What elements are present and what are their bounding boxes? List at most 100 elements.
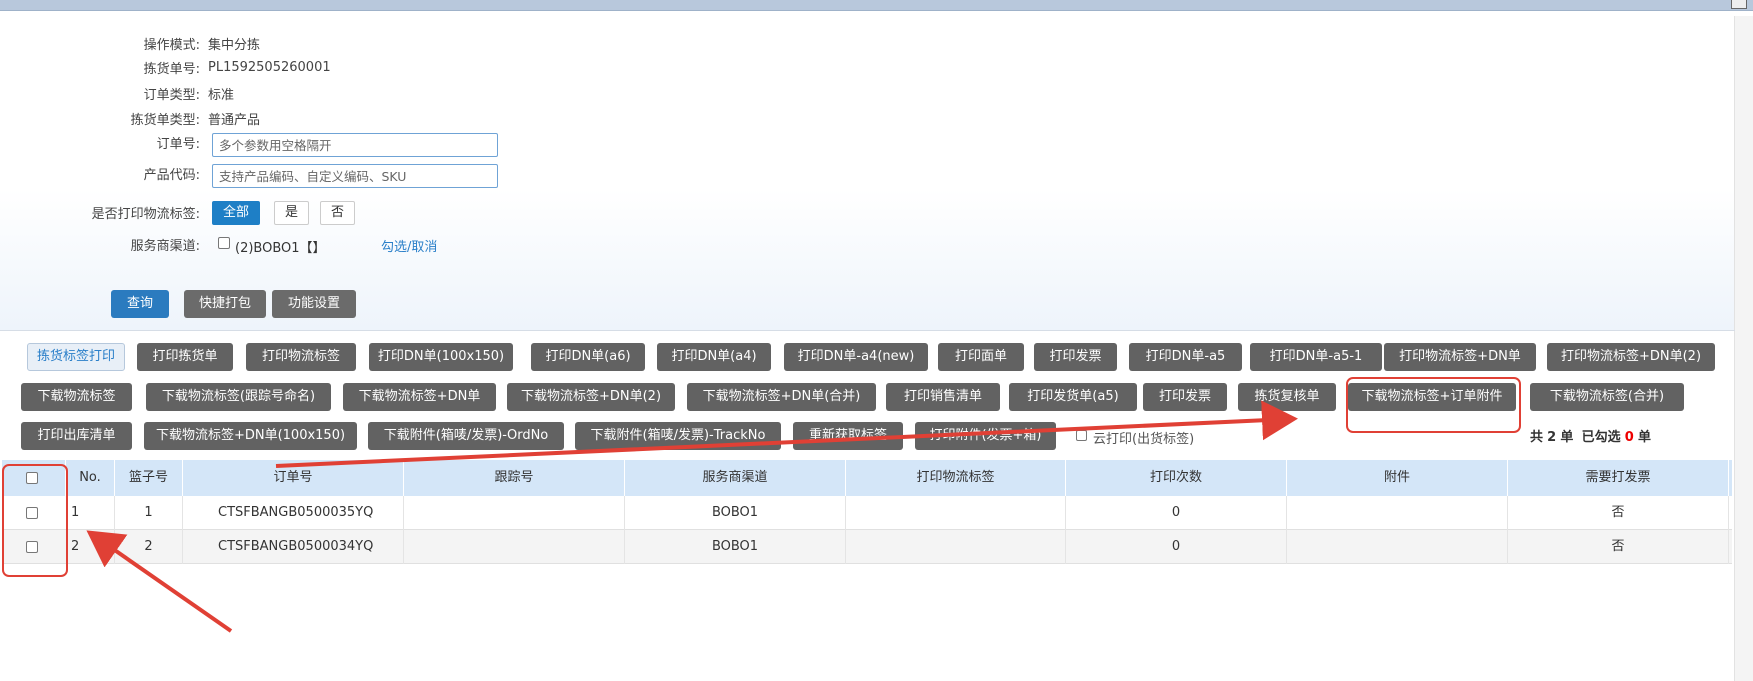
- pick-type-label: 拣货单类型:: [130, 113, 200, 128]
- print-pick-list-button[interactable]: 打印拣货单: [137, 343, 233, 371]
- operation-mode-value: 集中分拣: [208, 38, 261, 53]
- pick-type-value: 普通产品: [208, 113, 261, 128]
- pick-review-button[interactable]: 拣货复核单: [1238, 383, 1336, 411]
- cell-order-no: CTSFBANGB0500034YQ: [183, 530, 404, 564]
- cell-no: 1: [66, 496, 115, 530]
- summary-unit: 单: [1560, 430, 1574, 445]
- download-attachment-ordno-button[interactable]: 下载附件(箱唛/发票)-OrdNo: [368, 422, 564, 450]
- cloud-print-label: 云打印(出货标签): [1093, 432, 1195, 447]
- operation-mode-row: 操作模式: 集中分拣: [0, 34, 260, 53]
- download-label-merge-button[interactable]: 下载物流标签(合并): [1530, 383, 1684, 411]
- cell-channel: BOBO1: [625, 496, 846, 530]
- cell-need-invoice: 否: [1508, 530, 1729, 564]
- vertical-scrollbar[interactable]: [1734, 16, 1753, 681]
- product-code-input[interactable]: [212, 164, 498, 188]
- print-label-dn-button[interactable]: 打印物流标签+DN单: [1384, 343, 1536, 371]
- table-header: No. 篮子号 订单号 跟踪号 服务商渠道 打印物流标签 打印次数 附件 需要打…: [2, 460, 1732, 496]
- print-dn-100x150-button[interactable]: 打印DN单(100x150): [369, 343, 513, 371]
- refetch-label-button[interactable]: 重新获取标签: [793, 422, 903, 450]
- pick-type-row: 拣货单类型: 普通产品: [0, 109, 260, 128]
- col-need-invoice: 需要打发票: [1508, 460, 1729, 496]
- cell-basket: 2: [115, 530, 183, 564]
- cell-tracking-no: [404, 496, 625, 530]
- filter-yes-button[interactable]: 是: [274, 201, 310, 225]
- cell-print-label: [846, 496, 1066, 530]
- print-dn-a6-button[interactable]: 打印DN单(a6): [531, 343, 645, 371]
- cell-attachment: [1287, 530, 1508, 564]
- order-no-row: 订单号:: [0, 133, 200, 152]
- download-label-dn-merge-button[interactable]: 下载物流标签+DN单(合并): [687, 383, 876, 411]
- print-outbound-list-button[interactable]: 打印出库清单: [21, 422, 132, 450]
- filter-no-button[interactable]: 否: [320, 201, 356, 225]
- print-invoice-button[interactable]: 打印发票: [1034, 343, 1117, 371]
- col-no: No.: [66, 460, 115, 496]
- operation-mode-label: 操作模式:: [143, 38, 200, 53]
- col-basket: 篮子号: [115, 460, 183, 496]
- cloud-print-checkbox[interactable]: [1076, 430, 1087, 441]
- quick-pack-button[interactable]: 快捷打包: [184, 290, 266, 318]
- print-label-label: 是否打印物流标签:: [91, 207, 200, 222]
- table-row[interactable]: 1 1 CTSFBANGB0500035YQ BOBO1 0 否: [2, 496, 1732, 530]
- summary-total: 2: [1547, 430, 1557, 445]
- divider: [0, 330, 1735, 331]
- download-label-button[interactable]: 下载物流标签: [21, 383, 132, 411]
- download-label-dn-2-button[interactable]: 下载物流标签+DN单(2): [507, 383, 675, 411]
- order-no-input[interactable]: [212, 133, 498, 157]
- summary-selected-prefix: 已勾选: [1581, 430, 1621, 445]
- print-invoice-2-button[interactable]: 打印发票: [1143, 383, 1227, 411]
- print-label-row: 是否打印物流标签:: [0, 203, 200, 222]
- pick-no-row: 拣货单号: PL1592505260001: [0, 58, 331, 77]
- print-dn-a5-1-button[interactable]: 打印DN单-a5-1: [1250, 343, 1382, 371]
- cell-print-label: [846, 530, 1066, 564]
- print-waybill-button[interactable]: 打印面单: [938, 343, 1024, 371]
- print-logistics-label-button[interactable]: 打印物流标签: [246, 343, 356, 371]
- col-order-no: 订单号: [183, 460, 404, 496]
- col-attachment: 附件: [1287, 460, 1508, 496]
- channel-label: 服务商渠道:: [130, 239, 200, 254]
- print-label-dn-2-button[interactable]: 打印物流标签+DN单(2): [1547, 343, 1715, 371]
- cell-order-no: CTSFBANGB0500035YQ: [183, 496, 404, 530]
- pick-no-value: PL1592505260001: [208, 60, 331, 75]
- annotation-box-attachment-button: [1346, 377, 1521, 433]
- print-sales-list-button[interactable]: 打印销售清单: [886, 383, 1000, 411]
- summary-prefix: 共: [1530, 430, 1544, 445]
- download-label-dn-100x150-button[interactable]: 下载物流标签+DN单(100x150): [144, 422, 357, 450]
- cell-channel: BOBO1: [625, 530, 846, 564]
- print-dn-a4-button[interactable]: 打印DN单(a4): [657, 343, 771, 371]
- print-attachment-button[interactable]: 打印附件(发票+箱): [915, 422, 1056, 450]
- query-button[interactable]: 查询: [111, 290, 169, 318]
- product-code-label: 产品代码:: [143, 168, 200, 183]
- cell-print-count: 0: [1066, 496, 1287, 530]
- pick-label-print-button[interactable]: 拣货标签打印: [27, 343, 125, 371]
- order-type-label: 订单类型:: [143, 88, 200, 103]
- col-print-label: 打印物流标签: [846, 460, 1066, 496]
- table-row[interactable]: 2 2 CTSFBANGB0500034YQ BOBO1 0 否: [2, 530, 1732, 564]
- cell-print-count: 0: [1066, 530, 1287, 564]
- cell-basket: 1: [115, 496, 183, 530]
- print-delivery-a5-button[interactable]: 打印发货单(a5): [1009, 383, 1137, 411]
- channel-option-label: (2)BOBO1【】: [235, 241, 326, 256]
- product-code-row: 产品代码:: [0, 164, 200, 183]
- download-label-tracking-button[interactable]: 下载物流标签(跟踪号命名): [146, 383, 331, 411]
- cell-need-invoice: 否: [1508, 496, 1729, 530]
- channel-row: 服务商渠道:: [0, 235, 200, 254]
- print-dn-a4-new-button[interactable]: 打印DN单-a4(new): [784, 343, 928, 371]
- print-dn-a5-button[interactable]: 打印DN单-a5: [1129, 343, 1242, 371]
- top-bar: [0, 0, 1753, 11]
- settings-button[interactable]: 功能设置: [272, 290, 356, 318]
- cell-attachment: [1287, 496, 1508, 530]
- filter-all-button[interactable]: 全部: [212, 201, 261, 225]
- download-attachment-trackno-button[interactable]: 下载附件(箱唛/发票)-TrackNo: [575, 422, 781, 450]
- summary-unit-2: 单: [1637, 430, 1651, 445]
- download-label-dn-button[interactable]: 下载物流标签+DN单: [343, 383, 496, 411]
- col-print-count: 打印次数: [1066, 460, 1287, 496]
- cell-no: 2: [66, 530, 115, 564]
- col-channel: 服务商渠道: [625, 460, 846, 496]
- selection-summary: 共 2 单 已勾选 0 单: [1530, 426, 1651, 445]
- channel-toggle-link[interactable]: 勾选/取消: [381, 236, 437, 255]
- annotation-box-checkboxes: [2, 464, 68, 577]
- window-corner-icon: [1731, 0, 1747, 9]
- order-type-row: 订单类型: 标准: [0, 84, 234, 103]
- col-tracking-no: 跟踪号: [404, 460, 625, 496]
- channel-checkbox[interactable]: [218, 237, 230, 249]
